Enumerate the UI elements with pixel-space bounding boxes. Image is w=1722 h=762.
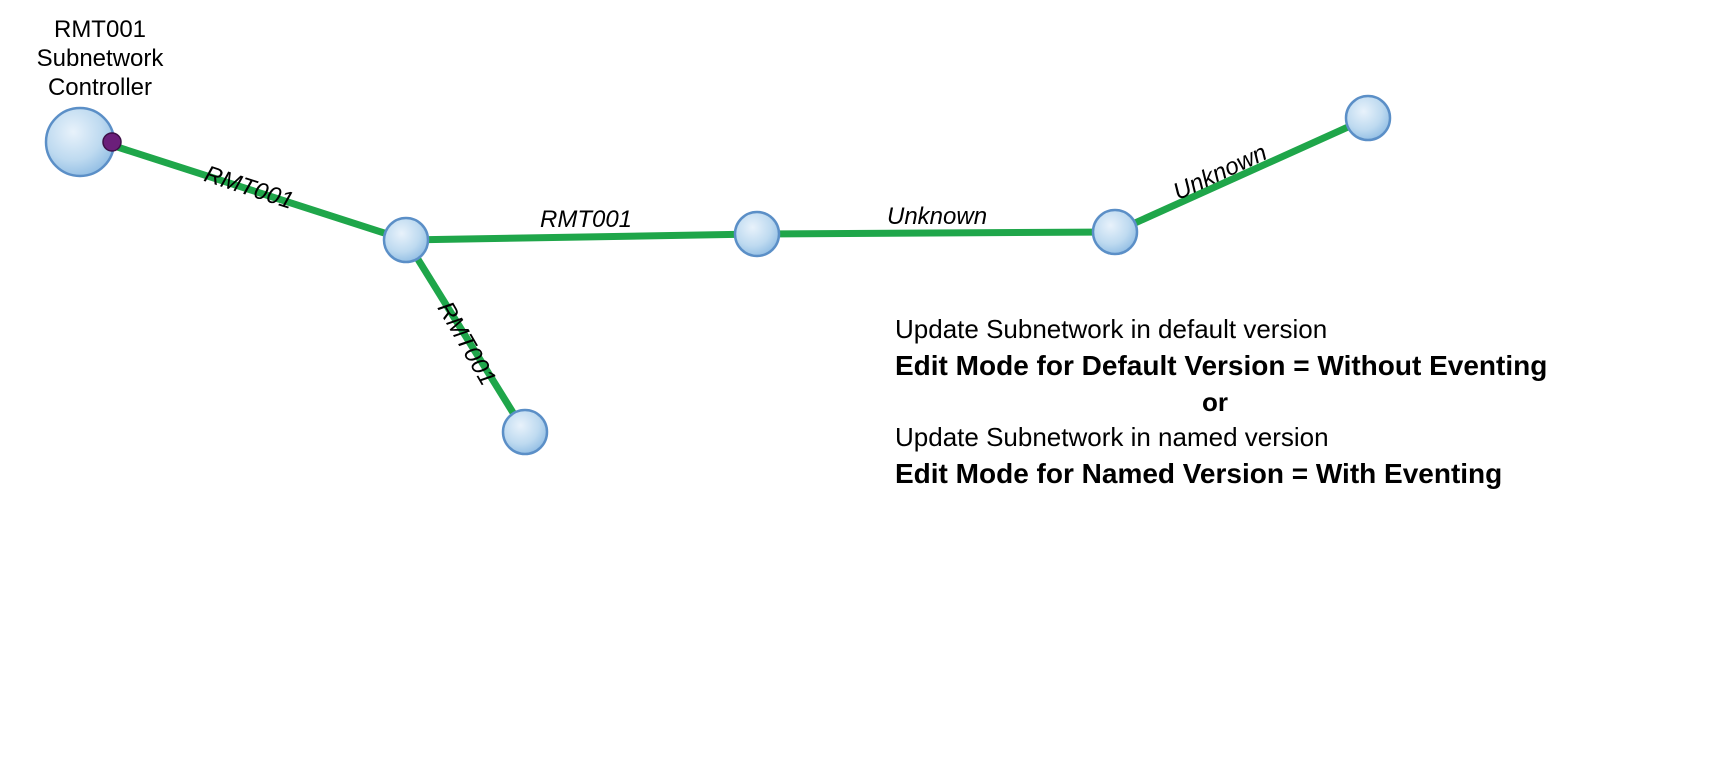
info-line1: Update Subnetwork in default version bbox=[895, 312, 1547, 347]
info-line2: Edit Mode for Default Version = Without … bbox=[895, 347, 1547, 385]
node-5 bbox=[1346, 96, 1390, 140]
controller-label-line3: Controller bbox=[10, 74, 190, 103]
info-line4: Edit Mode for Named Version = With Event… bbox=[895, 455, 1547, 493]
controller-label-line1: RMT001 bbox=[10, 16, 190, 45]
controller-label: RMT001 Subnetwork Controller bbox=[10, 16, 190, 102]
edge-n3-to-n4 bbox=[757, 232, 1115, 234]
node-4 bbox=[1093, 210, 1137, 254]
node-6 bbox=[503, 410, 547, 454]
edge-label-4: Unknown bbox=[887, 203, 987, 231]
info-line3: Update Subnetwork in named version bbox=[895, 420, 1547, 455]
controller-label-line2: Subnetwork bbox=[10, 45, 190, 74]
info-block: Update Subnetwork in default version Edi… bbox=[895, 312, 1547, 493]
info-or: or bbox=[895, 385, 1535, 420]
edge-label-2: RMT001 bbox=[540, 206, 632, 234]
edge-n2-to-n3 bbox=[406, 234, 757, 240]
node-3 bbox=[735, 212, 779, 256]
node-2 bbox=[384, 218, 428, 262]
node-controller-port bbox=[103, 133, 121, 151]
